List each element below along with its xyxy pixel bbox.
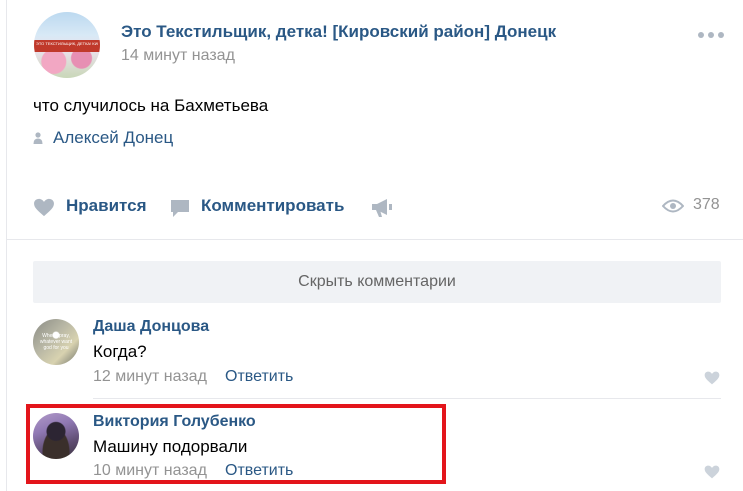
post-text: что случилось на Бахметьева: [33, 96, 269, 115]
avatar-banner-text: ЭТО ТЕКСТИЛЬЩИК, ДЕТКА! КИРОВСКИЙ РАЙОН: [36, 41, 98, 46]
heart-icon[interactable]: [704, 371, 720, 385]
avatar-caption: When i pray, whatever want god for you: [39, 333, 73, 351]
group-name-link[interactable]: Это Текстильщик, детка! [Кировский район…: [121, 22, 556, 42]
comment-divider: [93, 398, 721, 399]
more-dots-icon[interactable]: [695, 28, 727, 40]
feed-left-border: [6, 0, 7, 491]
comment-item: When i pray, whatever want god for you Д…: [33, 316, 721, 392]
person-icon: [33, 132, 43, 144]
comment-author-link[interactable]: Даша Донцова: [93, 318, 209, 336]
reply-button[interactable]: Ответить: [225, 368, 293, 386]
comment-text: Когда?: [93, 342, 147, 361]
highlight-box: [26, 404, 446, 484]
eye-icon: [662, 199, 684, 213]
comment-bubble-icon: [171, 200, 189, 217]
comment-time[interactable]: 12 минут назад: [93, 368, 207, 386]
group-avatar[interactable]: ЭТО ТЕКСТИЛЬЩИК, ДЕТКА! КИРОВСКИЙ РАЙОН: [34, 12, 100, 78]
heart-icon[interactable]: [704, 465, 720, 479]
megaphone-icon[interactable]: [371, 196, 393, 218]
post-time[interactable]: 14 минут назад: [121, 47, 235, 65]
hide-comments-button[interactable]: Скрыть комментарии: [33, 261, 721, 303]
comment-avatar[interactable]: When i pray, whatever want god for you: [33, 319, 79, 365]
comment-label: Комментировать: [201, 196, 345, 215]
post-divider: [6, 239, 743, 240]
heart-icon: [34, 198, 54, 217]
like-label: Нравится: [66, 196, 147, 215]
views-count: 378: [693, 196, 720, 213]
post-author-name[interactable]: Алексей Донец: [53, 128, 173, 148]
